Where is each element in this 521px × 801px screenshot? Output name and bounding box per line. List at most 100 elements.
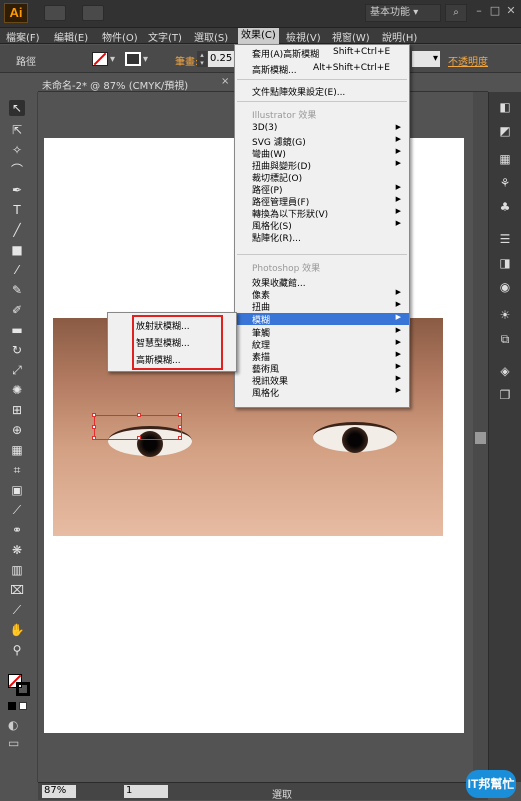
pencil-icon[interactable]: ✎ [9, 282, 25, 298]
menu-item-video[interactable]: 視訊效果 ▶ [235, 374, 409, 387]
eyedropper-icon[interactable]: ⟋ [9, 502, 25, 518]
scale-icon[interactable]: ⤢ [9, 362, 25, 378]
menu-item-gaussian[interactable]: 高斯模糊... Alt+Shift+Ctrl+E [235, 63, 409, 76]
color-guide-icon[interactable]: ◩ [496, 122, 514, 140]
rotate-icon[interactable]: ↻ [9, 342, 25, 358]
slice-icon[interactable]: ⟋ [9, 602, 25, 618]
menu-item-artistic[interactable]: 藝術風 ▶ [235, 362, 409, 375]
gradient-icon[interactable]: ▣ [9, 482, 25, 498]
stroke-weight-field[interactable]: 0.25 [208, 51, 234, 67]
draw-mode-icon[interactable]: ◐ [8, 718, 24, 732]
menu-item-warp[interactable]: 彎曲(W) ▶ [235, 147, 409, 160]
close-tab-icon[interactable]: × [221, 76, 229, 87]
gradient-panel-icon[interactable]: ◨ [496, 254, 514, 272]
menu-window[interactable]: 視窗(W) [332, 29, 370, 44]
menu-item-effect-gallery[interactable]: 效果收藏館... [235, 276, 409, 289]
appearance-icon[interactable]: ☀ [496, 306, 514, 324]
gradient-mode-icon[interactable] [19, 702, 27, 710]
blend-icon[interactable]: ⚭ [9, 522, 25, 538]
menu-type[interactable]: 文字(T) [148, 29, 182, 44]
menu-item-path[interactable]: 路徑(P) ▶ [235, 183, 409, 196]
stroke-icon[interactable]: ☰ [496, 230, 514, 248]
mesh-icon[interactable]: ⌗ [9, 462, 25, 478]
menu-help[interactable]: 說明(H) [382, 29, 417, 44]
eraser-icon[interactable]: ▬ [9, 322, 25, 338]
menu-item-ps-stylize[interactable]: 風格化 ▶ [235, 386, 409, 399]
close-icon[interactable]: ✕ [503, 3, 519, 19]
page-field[interactable]: 1 [124, 785, 168, 798]
menu-item-distort-transform[interactable]: 扭曲與變形(D) ▶ [235, 159, 409, 172]
color-mode-icon[interactable] [8, 702, 16, 710]
blob-brush-icon[interactable]: ✐ [9, 302, 25, 318]
menu-item-pathfinder[interactable]: 路徑管理員(F) ▶ [235, 195, 409, 208]
menu-item-stylize[interactable]: 風格化(S) ▶ [235, 219, 409, 232]
menu-item-radial-blur[interactable]: 放射狀模糊... [136, 319, 190, 332]
menu-item-blur[interactable]: 模糊 ▶ [235, 313, 409, 326]
zoom-icon[interactable]: ⚲ [9, 642, 25, 658]
menu-file[interactable]: 檔案(F) [6, 29, 40, 44]
workspace-switcher[interactable]: 基本功能 ▾ [365, 4, 441, 22]
swatches-icon[interactable]: ▦ [496, 150, 514, 168]
menu-item-convert-shape[interactable]: 轉換為以下形狀(V) ▶ [235, 207, 409, 220]
type-icon[interactable]: T [9, 202, 25, 218]
line-icon[interactable]: ╱ [9, 222, 25, 238]
graph-icon[interactable]: ▥ [9, 562, 25, 578]
artboards-icon[interactable]: ❐ [496, 386, 514, 404]
transparency-icon[interactable]: ◉ [496, 278, 514, 296]
menu-item-sketch[interactable]: 素描 ▶ [235, 350, 409, 363]
graphic-styles-icon[interactable]: ⧉ [496, 330, 514, 348]
direct-selection-icon[interactable]: ⇱ [9, 122, 25, 138]
style-dropdown[interactable]: ▾ [412, 51, 440, 67]
menu-item-doc-raster-settings[interactable]: 文件點陣效果設定(E)... [235, 85, 409, 98]
artboard-icon[interactable]: ⌧ [9, 582, 25, 598]
menu-item-rasterize[interactable]: 點陣化(R)... [235, 231, 409, 244]
menu-item-svg[interactable]: SVG 濾鏡(G) ▶ [235, 135, 409, 148]
brushes-icon[interactable]: ⚘ [496, 174, 514, 192]
minimize-icon[interactable]: – [471, 3, 487, 19]
stroke-swatch[interactable] [125, 52, 141, 66]
zoom-field[interactable]: 87% [42, 785, 76, 798]
magic-wand-icon[interactable]: ✧ [9, 142, 25, 158]
menu-edit[interactable]: 編輯(E) [54, 29, 88, 44]
scrollbar-thumb[interactable] [475, 432, 486, 444]
menu-object[interactable]: 物件(O) [102, 29, 138, 44]
menu-item-crop-marks[interactable]: 裁切標記(O) [235, 171, 409, 184]
menu-item-texture[interactable]: 紋理 ▶ [235, 338, 409, 351]
maximize-icon[interactable]: □ [487, 3, 503, 19]
bridge-button[interactable] [44, 5, 66, 21]
menu-item-pixelate[interactable]: 像素 ▶ [235, 288, 409, 301]
menu-item-distort[interactable]: 扭曲 ▶ [235, 300, 409, 313]
symbols-icon[interactable]: ♣ [496, 198, 514, 216]
menu-item-gaussian-blur[interactable]: 高斯模糊... [136, 353, 181, 366]
menu-item-smart-blur[interactable]: 智慧型模糊... [136, 336, 190, 349]
stroke-color-icon[interactable] [16, 682, 30, 696]
rectangle-icon[interactable]: ■ [9, 242, 25, 258]
menu-view[interactable]: 檢視(V) [286, 29, 321, 44]
symbol-sprayer-icon[interactable]: ❋ [9, 542, 25, 558]
color-icon[interactable]: ◧ [496, 98, 514, 116]
free-transform-icon[interactable]: ⊞ [9, 402, 25, 418]
arrange-documents-button[interactable] [82, 5, 104, 21]
vertical-scrollbar[interactable] [473, 92, 488, 782]
perspective-icon[interactable]: ▦ [9, 442, 25, 458]
pen-icon[interactable]: ✒ [9, 182, 25, 198]
paintbrush-icon[interactable]: ⁄ [9, 262, 25, 278]
stroke-label[interactable]: 筆畫: [175, 53, 198, 68]
hand-icon[interactable]: ✋ [9, 622, 25, 638]
menu-item-apply-gaussian[interactable]: 套用(A)高斯模糊 Shift+Ctrl+E [235, 47, 409, 60]
opacity-label[interactable]: 不透明度 [448, 53, 488, 68]
menu-item-3d[interactable]: 3D(3) ▶ [235, 123, 409, 135]
menu-select[interactable]: 選取(S) [194, 29, 228, 44]
selection-bounding-box[interactable] [92, 413, 182, 440]
menu-effect[interactable]: 效果(C) [238, 28, 279, 44]
warp-icon[interactable]: ✺ [9, 382, 25, 398]
menu-item-brush-strokes[interactable]: 筆觸 ▶ [235, 326, 409, 339]
chevron-down-icon[interactable]: ▾ [143, 54, 148, 65]
shape-builder-icon[interactable]: ⊕ [9, 422, 25, 438]
lasso-icon[interactable]: ⌒ [9, 162, 25, 178]
layers-icon[interactable]: ◈ [496, 362, 514, 380]
screen-mode-icon[interactable]: ▭ [8, 736, 24, 750]
stroke-stepper[interactable]: ▴ ▾ [197, 51, 207, 67]
search-icon[interactable]: ⌕ [445, 4, 467, 22]
chevron-down-icon[interactable]: ▾ [110, 54, 115, 65]
